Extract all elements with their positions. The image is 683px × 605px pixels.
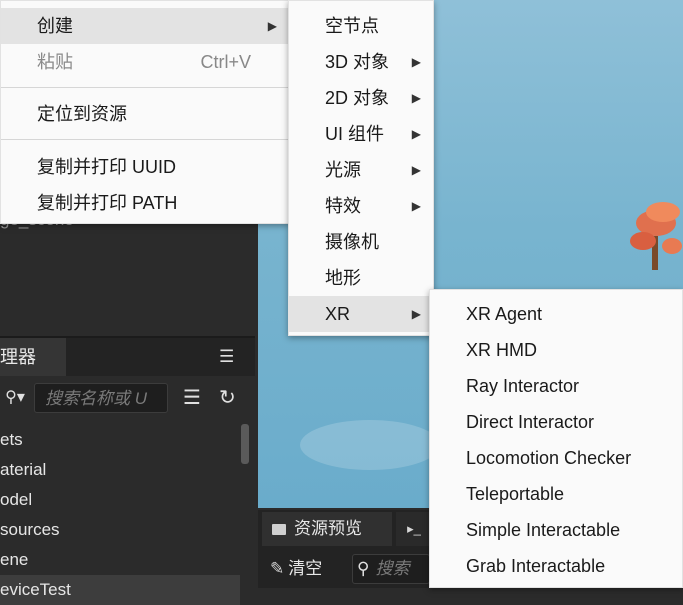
scene-tree-crown	[646, 202, 680, 222]
list-view-icon[interactable]: ☰	[183, 385, 201, 410]
console-search-input[interactable]: ⚲ 搜索	[352, 554, 430, 584]
menu-item-label: 复制并打印 PATH	[37, 193, 178, 213]
triangle-right-icon: ▶	[267, 19, 277, 33]
menu-item-label: 地形	[325, 268, 361, 288]
tree-item[interactable]: aterial	[0, 455, 240, 485]
menu-item-label: Ray Interactor	[466, 376, 580, 396]
menu-item-copy-path[interactable]: 复制并打印 PATH	[1, 185, 289, 221]
menu-item-simple-interactable[interactable]: Simple Interactable	[430, 512, 682, 548]
scrollbar[interactable]	[241, 424, 249, 464]
tab-console[interactable]: ▸_	[396, 512, 432, 546]
scene-tree-crown	[630, 232, 656, 250]
shortcut-label: Ctrl+V	[200, 52, 251, 72]
menu-item-locate-asset[interactable]: 定位到资源	[1, 96, 289, 132]
menu-item-label: 摄像机	[325, 232, 379, 252]
menu-item-label: 空节点	[325, 16, 379, 36]
menu-item-light[interactable]: 光源 ▶	[289, 152, 433, 188]
menu-item-xr-agent[interactable]: XR Agent	[430, 296, 682, 332]
tree-item[interactable]: sources	[0, 515, 240, 545]
clear-button[interactable]: ✎ 清空	[262, 553, 322, 585]
menu-item-create[interactable]: 创建 ▶	[1, 8, 289, 44]
menu-item-label: 复制并打印 UUID	[37, 157, 176, 177]
scene-cloud	[300, 420, 440, 470]
menu-item-ui-component[interactable]: UI 组件 ▶	[289, 116, 433, 152]
menu-item-label: XR Agent	[466, 304, 543, 324]
menu-item-locomotion-checker[interactable]: Locomotion Checker	[430, 440, 682, 476]
menu-item-label: 光源	[325, 160, 361, 180]
menu-item-paste[interactable]: 粘贴 Ctrl+V	[1, 44, 289, 80]
menu-separator	[1, 139, 289, 140]
menu-item-grab-interactable[interactable]: Grab Interactable	[430, 548, 682, 584]
menu-item-label: XR HMD	[466, 340, 537, 360]
tab-asset-preview-label: 资源预览	[294, 519, 362, 538]
tree-item[interactable]: eviceTest	[0, 575, 240, 605]
menu-item-label: Direct Interactor	[466, 412, 595, 432]
preview-icon	[272, 524, 286, 536]
xr-submenu: XR Agent XR HMD Ray Interactor Direct In…	[429, 289, 683, 588]
refresh-icon[interactable]: ↻	[219, 385, 236, 410]
console-icon: ▸_	[407, 521, 421, 536]
menu-item-teleportable[interactable]: Teleportable	[430, 476, 682, 512]
triangle-right-icon: ▶	[411, 307, 421, 321]
brush-icon: ✎	[270, 559, 285, 578]
tab-assets[interactable]: 理器	[0, 338, 67, 376]
search-icon: ⚲	[357, 559, 370, 578]
menu-item-label: 创建	[37, 16, 73, 36]
menu-item-terrain[interactable]: 地形	[289, 260, 433, 296]
menu-item-label: Simple Interactable	[466, 520, 621, 540]
menu-item-label: 特效	[325, 196, 361, 216]
scene-tree-crown	[662, 238, 682, 254]
menu-item-xr[interactable]: XR ▶	[289, 296, 433, 332]
menu-item-2d-object[interactable]: 2D 对象 ▶	[289, 80, 433, 116]
menu-item-label: XR	[325, 304, 351, 324]
assets-search-input[interactable]: 搜索名称或 U	[34, 383, 168, 413]
menu-item-camera[interactable]: 摄像机	[289, 224, 433, 260]
triangle-right-icon: ▶	[411, 55, 421, 69]
triangle-right-icon: ▶	[411, 199, 421, 213]
menu-item-xr-hmd[interactable]: XR HMD	[430, 332, 682, 368]
menu-item-label: 3D 对象	[325, 52, 390, 72]
search-icon[interactable]: ⚲▾	[0, 383, 30, 413]
menu-item-ray-interactor[interactable]: Ray Interactor	[430, 368, 682, 404]
tab-asset-preview[interactable]: 资源预览	[262, 512, 392, 546]
menu-item-effects[interactable]: 特效 ▶	[289, 188, 433, 224]
tree-item[interactable]: odel	[0, 485, 240, 515]
create-submenu: 空节点 3D 对象 ▶ 2D 对象 ▶ UI 组件 ▶ 光源 ▶ 特效 ▶ 摄像…	[288, 0, 434, 336]
context-menu: 创建 ▶ 粘贴 Ctrl+V 定位到资源 复制并打印 UUID 复制并打印 PA…	[0, 0, 290, 224]
menu-item-label: Grab Interactable	[466, 556, 606, 576]
hamburger-icon[interactable]: ☰	[219, 347, 234, 367]
menu-item-direct-interactor[interactable]: Direct Interactor	[430, 404, 682, 440]
menu-separator	[1, 87, 289, 88]
menu-item-label: Locomotion Checker	[466, 448, 632, 468]
triangle-right-icon: ▶	[411, 91, 421, 105]
menu-item-label: Teleportable	[466, 484, 565, 504]
menu-item-label: UI 组件	[325, 124, 385, 144]
menu-item-empty-node[interactable]: 空节点	[289, 8, 433, 44]
menu-item-label: 2D 对象	[325, 88, 390, 108]
tree-item[interactable]: ene	[0, 545, 240, 575]
console-search-placeholder: 搜索	[375, 559, 410, 578]
triangle-right-icon: ▶	[411, 127, 421, 141]
tab-assets-label: 理器	[0, 347, 36, 367]
menu-item-3d-object[interactable]: 3D 对象 ▶	[289, 44, 433, 80]
clear-button-label: 清空	[288, 559, 323, 578]
triangle-right-icon: ▶	[411, 163, 421, 177]
menu-item-label: 粘贴	[37, 52, 73, 72]
tree-item[interactable]: ets	[0, 425, 240, 455]
menu-item-label: 定位到资源	[37, 104, 127, 124]
menu-item-copy-uuid[interactable]: 复制并打印 UUID	[1, 149, 289, 185]
